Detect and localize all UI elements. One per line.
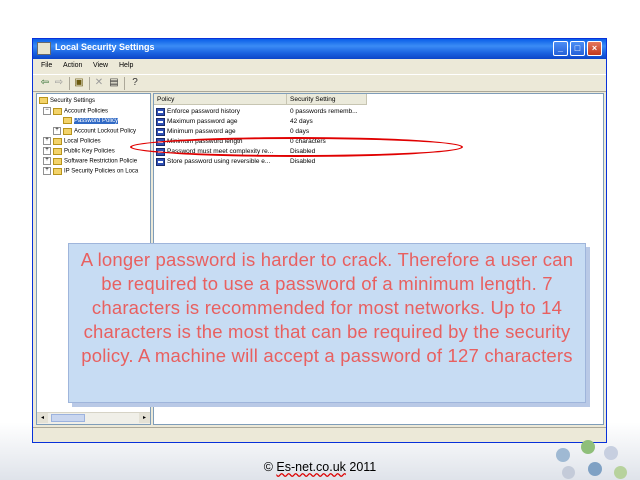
- toolbar: ⇦ ⇨ ▣ ✕ ▤ ?: [33, 74, 606, 92]
- policy-name: Store password using reversible e...: [167, 158, 271, 165]
- toolbar-separator: [89, 77, 90, 90]
- tree-item-account-policies[interactable]: − Account Policies: [43, 107, 108, 115]
- policy-setting: Disabled: [290, 158, 316, 165]
- tree-item-software-restriction-policies[interactable]: + Software Restriction Policie: [43, 157, 137, 165]
- expand-icon[interactable]: +: [43, 137, 51, 145]
- security-settings-icon: [39, 97, 48, 104]
- minimize-button[interactable]: _: [553, 41, 568, 56]
- back-arrow-icon[interactable]: ⇦: [39, 77, 51, 89]
- folder-icon: [53, 137, 62, 145]
- decorative-bubble: [614, 466, 627, 479]
- close-button[interactable]: ×: [587, 41, 602, 56]
- brand-name: Es-net.co.uk: [276, 460, 346, 474]
- expand-icon[interactable]: +: [43, 157, 51, 165]
- policy-name: Enforce password history: [167, 108, 240, 115]
- policy-icon: [156, 158, 165, 166]
- expand-icon[interactable]: +: [43, 167, 51, 175]
- app-icon: [37, 42, 51, 55]
- tree-item-account-lockout-policy[interactable]: + Account Lockout Policy: [53, 127, 136, 135]
- table-row[interactable]: Maximum password age 42 days: [154, 117, 603, 127]
- menu-help[interactable]: Help: [119, 62, 133, 69]
- tree-root[interactable]: Security Settings: [39, 97, 95, 104]
- delete-icon[interactable]: ✕: [93, 77, 105, 89]
- scroll-thumb[interactable]: [51, 414, 85, 422]
- folder-icon: [53, 147, 62, 155]
- policy-setting: 0 passwords rememb...: [290, 108, 358, 115]
- up-folder-icon[interactable]: ▣: [73, 77, 85, 89]
- window-titlebar[interactable]: Local Security Settings _ □ ×: [33, 39, 606, 59]
- folder-icon: [53, 157, 62, 165]
- menu-action[interactable]: Action: [63, 62, 82, 69]
- policy-name: Maximum password age: [167, 118, 238, 125]
- help-icon[interactable]: ?: [129, 77, 141, 89]
- callout-text: A longer password is harder to crack. Th…: [80, 249, 574, 366]
- tree-horizontal-scrollbar[interactable]: ◂ ▸: [37, 412, 150, 424]
- column-header-security-setting[interactable]: Security Setting: [287, 94, 367, 105]
- toolbar-separator: [124, 77, 125, 90]
- maximize-button[interactable]: □: [570, 41, 585, 56]
- expand-icon[interactable]: +: [53, 127, 61, 135]
- collapse-icon[interactable]: −: [43, 107, 51, 115]
- scroll-right-icon[interactable]: ▸: [139, 413, 150, 423]
- explanation-callout: A longer password is harder to crack. Th…: [68, 243, 586, 403]
- properties-icon[interactable]: ▤: [108, 77, 120, 89]
- decorative-bubble: [604, 446, 618, 460]
- decorative-bubble: [556, 448, 570, 462]
- decorative-bubble: [588, 462, 602, 476]
- table-row[interactable]: Enforce password history 0 passwords rem…: [154, 107, 603, 117]
- scroll-left-icon[interactable]: ◂: [37, 413, 48, 423]
- forward-arrow-icon[interactable]: ⇨: [53, 77, 65, 89]
- decorative-bubble: [562, 466, 575, 479]
- policy-name: Minimum password age: [167, 128, 236, 135]
- highlight-ellipse: [130, 137, 463, 157]
- copyright-prefix: ©: [263, 460, 277, 474]
- table-row[interactable]: Store password using reversible e... Dis…: [154, 157, 603, 167]
- menu-file[interactable]: File: [41, 62, 52, 69]
- status-bar: [33, 427, 606, 442]
- column-header-policy[interactable]: Policy: [154, 94, 287, 105]
- shield-folder-icon: [53, 167, 62, 175]
- decorative-bubble: [581, 440, 595, 454]
- tree-item-ip-security-policies[interactable]: + IP Security Policies on Loca: [43, 167, 138, 175]
- tree-item-public-key-policies[interactable]: + Public Key Policies: [43, 147, 115, 155]
- policy-icon: [156, 128, 165, 136]
- policy-setting: 0 days: [290, 128, 310, 135]
- expand-icon[interactable]: +: [43, 147, 51, 155]
- table-row[interactable]: Minimum password age 0 days: [154, 127, 603, 137]
- folder-icon: [63, 117, 72, 124]
- policy-icon: [156, 118, 165, 126]
- tree-item-local-policies[interactable]: + Local Policies: [43, 137, 101, 145]
- window-title: Local Security Settings: [55, 42, 155, 52]
- copyright-year: 2011: [345, 460, 377, 474]
- policy-icon: [156, 108, 165, 116]
- tree-item-password-policy[interactable]: Password Policy: [63, 117, 119, 125]
- menu-bar: File Action View Help: [33, 59, 606, 73]
- copyright-footer: © Es-net.co.uk 2011: [0, 460, 640, 474]
- folder-icon: [53, 107, 62, 115]
- folder-icon: [63, 127, 72, 135]
- toolbar-separator: [69, 77, 70, 90]
- menu-view[interactable]: View: [93, 62, 108, 69]
- policy-setting: 42 days: [290, 118, 313, 125]
